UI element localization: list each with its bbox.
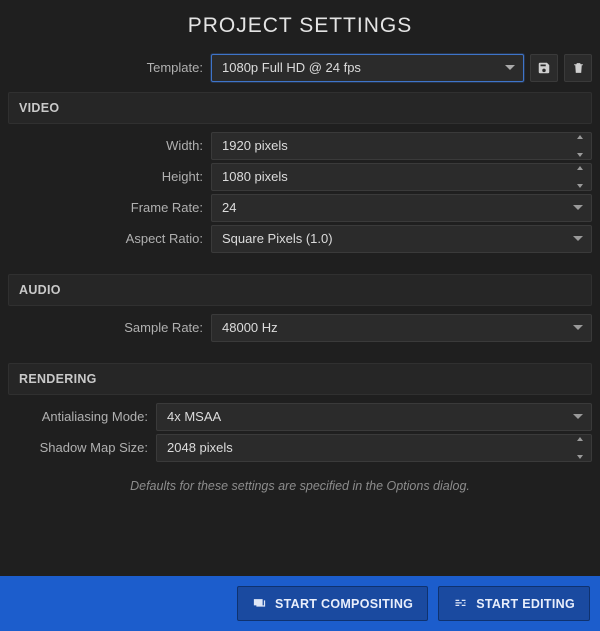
shadow-label: Shadow Map Size: (8, 434, 156, 462)
aspect-dropdown[interactable]: Square Pixels (1.0) (211, 225, 592, 253)
template-value: 1080p Full HD @ 24 fps (222, 60, 361, 75)
video-section-header: VIDEO (8, 92, 592, 124)
save-template-button[interactable] (530, 54, 558, 82)
chevron-down-icon (505, 63, 515, 73)
chevron-down-icon (573, 203, 583, 213)
framerate-label: Frame Rate: (8, 194, 211, 222)
width-value: 1920 pixels (222, 138, 288, 153)
framerate-value: 24 (222, 200, 236, 215)
shadow-value: 2048 pixels (167, 440, 233, 455)
width-row: Width: 1920 pixels (8, 132, 592, 160)
audio-section-header: AUDIO (8, 274, 592, 306)
rendering-section-header: RENDERING (8, 363, 592, 395)
spinner-icon[interactable] (575, 166, 585, 188)
chevron-down-icon (573, 234, 583, 244)
framerate-dropdown[interactable]: 24 (211, 194, 592, 222)
height-value: 1080 pixels (222, 169, 288, 184)
trash-icon (572, 61, 585, 75)
start-editing-button[interactable]: START EDITING (438, 586, 590, 621)
start-editing-label: START EDITING (476, 597, 575, 611)
aa-label: Antialiasing Mode: (8, 403, 156, 431)
height-label: Height: (8, 163, 211, 191)
start-compositing-label: START COMPOSITING (275, 597, 413, 611)
editing-icon (453, 596, 468, 611)
width-input[interactable]: 1920 pixels (211, 132, 592, 160)
shadow-map-input[interactable]: 2048 pixels (156, 434, 592, 462)
shadow-row: Shadow Map Size: 2048 pixels (8, 434, 592, 462)
height-input[interactable]: 1080 pixels (211, 163, 592, 191)
spinner-icon[interactable] (575, 135, 585, 157)
footer-bar: START COMPOSITING START EDITING (0, 576, 600, 631)
height-row: Height: 1080 pixels (8, 163, 592, 191)
aspect-value: Square Pixels (1.0) (222, 231, 333, 246)
aspect-label: Aspect Ratio: (8, 225, 211, 253)
start-compositing-button[interactable]: START COMPOSITING (237, 586, 428, 621)
template-row: Template: 1080p Full HD @ 24 fps (8, 54, 592, 82)
aa-row: Antialiasing Mode: 4x MSAA (8, 403, 592, 431)
aspect-row: Aspect Ratio: Square Pixels (1.0) (8, 225, 592, 253)
chevron-down-icon (573, 323, 583, 333)
save-icon (537, 61, 551, 75)
project-settings-window: PROJECT SETTINGS Template: 1080p Full HD… (0, 0, 600, 631)
samplerate-value: 48000 Hz (222, 320, 278, 335)
content-area: Template: 1080p Full HD @ 24 fps VIDEO (0, 54, 600, 576)
samplerate-row: Sample Rate: 48000 Hz (8, 314, 592, 342)
framerate-row: Frame Rate: 24 (8, 194, 592, 222)
spinner-icon[interactable] (575, 437, 585, 459)
template-dropdown[interactable]: 1080p Full HD @ 24 fps (211, 54, 524, 82)
rendering-note: Defaults for these settings are specifie… (8, 465, 592, 499)
page-title: PROJECT SETTINGS (0, 0, 600, 54)
chevron-down-icon (573, 412, 583, 422)
template-label: Template: (8, 54, 211, 82)
width-label: Width: (8, 132, 211, 160)
samplerate-label: Sample Rate: (8, 314, 211, 342)
aa-value: 4x MSAA (167, 409, 221, 424)
antialiasing-dropdown[interactable]: 4x MSAA (156, 403, 592, 431)
compositing-icon (252, 596, 267, 611)
delete-template-button[interactable] (564, 54, 592, 82)
samplerate-dropdown[interactable]: 48000 Hz (211, 314, 592, 342)
